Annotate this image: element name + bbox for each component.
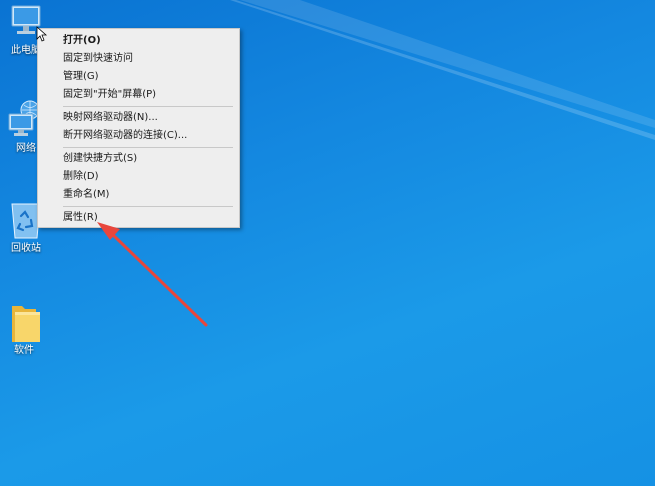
menu-item-rename[interactable]: 重命名(M) <box>38 186 239 204</box>
desktop-icon-label: 回收站 <box>11 243 41 254</box>
menu-item-delete[interactable]: 删除(D) <box>38 168 239 186</box>
mouse-cursor <box>36 26 48 42</box>
desktop[interactable]: 此电脑 网络 回收站 软件 打开(O) 固定到快速访问 管理(G) 固定到"开始… <box>0 0 655 486</box>
menu-item-properties[interactable]: 属性(R) <box>38 209 239 227</box>
menu-separator <box>63 206 233 207</box>
menu-item-create-shortcut[interactable]: 创建快捷方式(S) <box>38 150 239 168</box>
menu-item-pin-start[interactable]: 固定到"开始"屏幕(P) <box>38 86 239 104</box>
menu-item-pin-quick-access[interactable]: 固定到快速访问 <box>38 50 239 68</box>
menu-separator <box>63 106 233 107</box>
context-menu: 打开(O) 固定到快速访问 管理(G) 固定到"开始"屏幕(P) 映射网络驱动器… <box>37 28 240 228</box>
folder-icon <box>4 302 44 342</box>
desktop-icon-software-folder[interactable]: 软件 <box>0 302 48 357</box>
menu-item-manage[interactable]: 管理(G) <box>38 68 239 86</box>
menu-item-disconnect-network-drive[interactable]: 断开网络驱动器的连接(C)... <box>38 127 239 145</box>
menu-separator <box>63 147 233 148</box>
menu-item-map-network-drive[interactable]: 映射网络驱动器(N)... <box>38 109 239 127</box>
menu-item-open[interactable]: 打开(O) <box>38 32 239 50</box>
desktop-icon-label: 软件 <box>14 345 34 356</box>
